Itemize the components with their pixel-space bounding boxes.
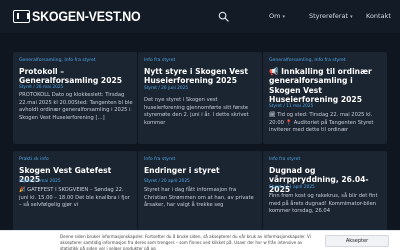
post-excerpt: Styret har i dag fått informasjon fra Ch… (144, 187, 254, 209)
post-card[interactable]: Info fra styret Endringer i styret Styre… (138, 151, 262, 241)
post-card[interactable]: Generalforsamling, Info fra styret 📢 Inn… (263, 52, 387, 144)
nav-item-kontakt[interactable]: Kontakt (366, 12, 391, 20)
nav-item-om-label: Om (269, 12, 281, 20)
post-category[interactable]: Generalforsamling, Info fra styret (269, 58, 346, 63)
post-meta: Styret / 11 april 2025 (269, 185, 315, 190)
post-excerpt: PROTOKOLL Dato og klokkeslett: Tirsdag 2… (19, 92, 133, 121)
chevron-down-icon: ▾ (350, 14, 353, 20)
post-card[interactable]: Info fra styret Dugnad og vårrppryddning… (263, 151, 387, 241)
search-icon[interactable] (218, 11, 229, 22)
post-card[interactable]: Prakti sk info Skogen Vest Gatefest 2025… (13, 151, 137, 241)
cookie-text: Denne siden bruker informasjonskapsler. … (60, 234, 311, 250)
post-title[interactable]: Nytt styre i Skogen Vest Huseierforening… (144, 67, 258, 86)
post-category[interactable]: Prakti sk info (19, 157, 49, 162)
post-meta: Styret / 26 mai 2025 (19, 85, 64, 90)
accept-cookies-button[interactable]: Aksepter (325, 235, 389, 247)
post-category[interactable]: Info fra styret (144, 157, 175, 162)
post-card[interactable]: Info fra styret Nytt styre i Skogen Vest… (138, 52, 262, 144)
site-header: SKOGEN-VEST.NO Om ▾ Styrereferat ▾ Kontakt (0, 0, 400, 33)
nav-item-styrereferat-label: Styrereferat (309, 12, 349, 20)
nav-item-styrereferat[interactable]: Styrereferat ▾ (309, 12, 353, 20)
chevron-down-icon: ▾ (282, 14, 285, 20)
post-category[interactable]: Info fra styret (269, 157, 300, 162)
post-category[interactable]: Info fra styret (144, 58, 175, 63)
post-meta: Styret / 20 april 2025 (144, 179, 190, 184)
logo-icon (13, 9, 30, 23)
post-card[interactable]: Generalforsamling, Info fra styret Proto… (13, 52, 137, 144)
post-category[interactable]: Generalforsamling, Info fra styret (19, 58, 96, 63)
post-title[interactable]: Protokoll – Generalforsamling 2025 (19, 67, 133, 86)
logo-text: SKOGEN-VEST.NO (32, 8, 141, 24)
post-meta: Styret / 11 mai 2025 (269, 104, 314, 109)
post-meta: Styret / 26 juni 2025 (144, 86, 189, 91)
site-logo[interactable]: SKOGEN-VEST.NO (13, 8, 150, 24)
post-excerpt: 🎉 GATEFEST I SKOGVEIEN – Søndag 22. juni… (19, 187, 130, 209)
post-excerpt: 🗓 Tid og sted: Tirsdag 22. mai 2025 kl. … (269, 112, 374, 134)
post-title[interactable]: Endringer i styret (144, 166, 258, 175)
nav-item-kontakt-label: Kontakt (366, 12, 391, 20)
nav-item-om[interactable]: Om ▾ (269, 12, 285, 20)
cookie-banner: Denne siden bruker informasjonskapsler. … (0, 230, 400, 250)
post-meta: Styret / 3 mai 2025 (19, 179, 61, 184)
post-title[interactable]: 📢 Innkalling til ordinær generalforsamli… (269, 67, 383, 105)
post-excerpt: Det nye styret i Skogen vest huseierfore… (144, 97, 249, 126)
post-excerpt: Finn frem kost og rakekrus, så blir det … (269, 193, 378, 215)
